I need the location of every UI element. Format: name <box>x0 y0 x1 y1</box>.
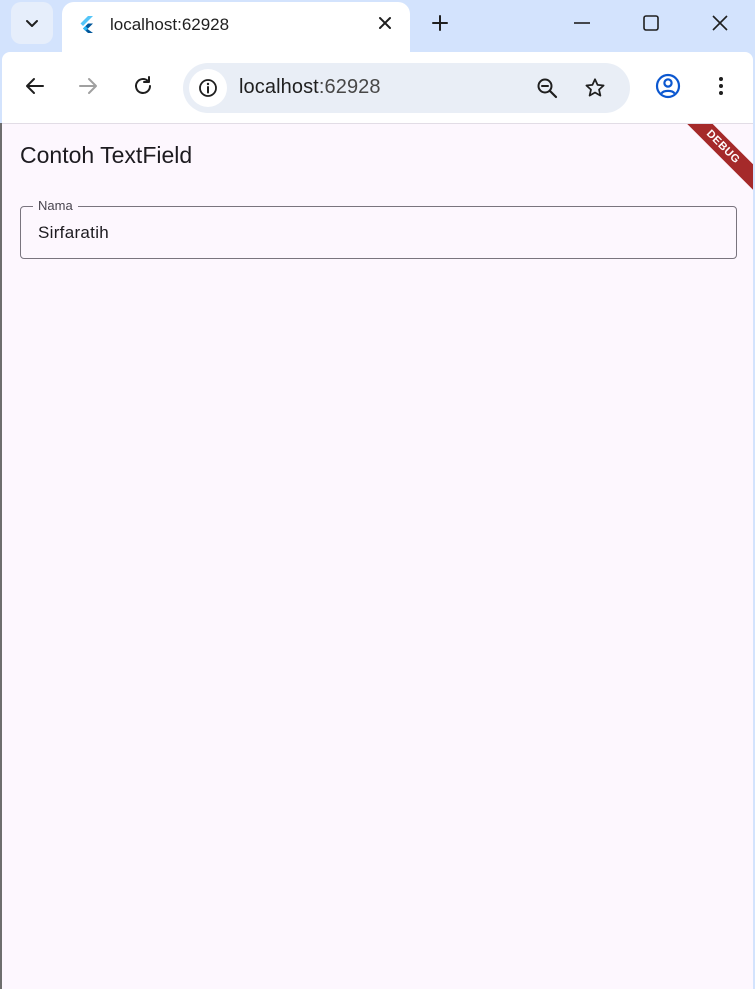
menu-button[interactable] <box>705 70 737 102</box>
tab-strip: localhost:62928 <box>0 0 755 52</box>
debug-banner: DEBUG <box>674 124 753 196</box>
page-viewport: Contoh TextField Nama Sirfaratih DEBUG <box>2 123 753 989</box>
profile-button[interactable] <box>652 70 684 102</box>
reload-button[interactable] <box>127 70 159 102</box>
zoom-button[interactable] <box>531 72 563 104</box>
reload-icon <box>135 76 151 94</box>
account-circle-icon <box>655 73 681 99</box>
url-port: :62928 <box>318 76 381 98</box>
browser-window: localhost:62928 localhost:62928 Contoh T… <box>0 0 755 989</box>
name-text-field[interactable]: Nama Sirfaratih <box>20 198 737 259</box>
arrow-left-icon <box>26 78 44 94</box>
url-text: localhost:62928 <box>239 76 381 99</box>
zoom-out-icon <box>537 78 558 99</box>
address-bar[interactable]: localhost:62928 <box>183 63 630 113</box>
chevron-down-icon <box>26 20 38 27</box>
tab-search-button[interactable] <box>11 2 53 44</box>
close-icon <box>379 17 391 29</box>
tab-close-button[interactable] <box>375 13 395 33</box>
window-close-button[interactable] <box>698 5 742 41</box>
arrow-right-icon <box>79 78 97 94</box>
new-tab-button[interactable] <box>426 9 454 37</box>
minimize-button[interactable] <box>560 5 604 41</box>
browser-toolbar: localhost:62928 <box>2 52 753 123</box>
minimize-icon <box>574 22 590 24</box>
more-vert-icon <box>719 77 723 95</box>
text-field-value: Sirfaratih <box>38 223 110 242</box>
flutter-logo-icon <box>80 16 93 33</box>
info-icon <box>199 79 217 97</box>
forward-button[interactable] <box>72 70 104 102</box>
back-button[interactable] <box>19 70 51 102</box>
maximize-icon <box>643 15 659 31</box>
tab-title: localhost:62928 <box>110 15 230 34</box>
active-tab[interactable]: localhost:62928 <box>62 2 410 52</box>
close-icon <box>712 15 728 31</box>
text-field-label: Nama <box>33 198 78 213</box>
maximize-button[interactable] <box>629 5 673 41</box>
plus-icon <box>432 15 448 31</box>
star-icon <box>585 78 605 97</box>
site-info-button[interactable] <box>189 69 227 107</box>
app-bar-title: Contoh TextField <box>20 142 193 168</box>
bookmark-button[interactable] <box>579 72 611 104</box>
url-host: localhost <box>239 76 319 98</box>
